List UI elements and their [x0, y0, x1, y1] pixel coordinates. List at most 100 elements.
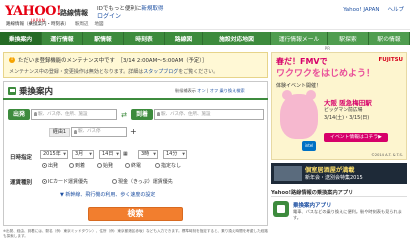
location-pin-icon — [74, 130, 77, 134]
radio-dot — [69, 163, 74, 168]
pr-label: PR — [324, 46, 330, 51]
top-links: Yahoo! JAPAN ヘルプ — [335, 5, 404, 13]
radio-dot — [155, 163, 160, 168]
notice-line2-suffix: をご覧ください。 — [178, 69, 219, 75]
ad-tagline: ワクワクをはじめよう！ — [276, 69, 376, 79]
nav-route-map[interactable]: 路線図 — [165, 32, 203, 45]
fare-label: 運賃種別 — [10, 180, 33, 186]
radio-last[interactable]: 終電 — [125, 162, 141, 169]
fujitsu-logo: FUJITSU — [378, 57, 404, 63]
search-button[interactable]: 検索 — [88, 207, 183, 221]
nav-station-info[interactable]: 駅の情報 — [369, 32, 410, 45]
via-label: 経由1 — [49, 128, 70, 137]
search-title: 乗換案内 — [8, 85, 53, 97]
notice-text: ただいま登録機能のメンテナンス中です ［3/14 2:00AM〜5:00AM（予… — [18, 58, 208, 64]
radio-cash-label: 現金（きっぷ）運賃優先 — [118, 179, 173, 185]
advanced-options-link[interactable]: ▼ 新幹線、飛行機の利用、歩く速度の設定 — [60, 191, 155, 198]
radio-arrival[interactable]: 到着 — [69, 162, 85, 169]
izakaya-ad-banner[interactable]: 個室居酒屋が満載 新年会・送別会特集2015 — [271, 163, 407, 184]
ad-venue-sub: ビッグマン前広場 — [324, 108, 363, 113]
yahoo-japan-link[interactable]: Yahoo! JAPAN — [343, 7, 379, 13]
nav-mail[interactable]: 運行情報メール — [271, 32, 328, 45]
ad2-headline: 個室居酒屋が満載 — [305, 167, 355, 174]
radio-dot — [112, 179, 117, 184]
via-input[interactable]: 駅、バス停 — [71, 127, 127, 137]
radio-ic-fare[interactable]: ICカード運賃優先 — [42, 178, 88, 185]
day-select[interactable]: 14日 — [99, 150, 121, 159]
month-select[interactable]: 3月 — [72, 150, 94, 159]
nav-facility-map[interactable]: 施設対応地図 — [203, 32, 271, 45]
service-title[interactable]: 路線情報 — [60, 8, 88, 18]
mascot-image — [280, 90, 318, 139]
to-input[interactable]: 駅、バス停、住所、施設 — [154, 109, 264, 120]
fmv-ad-banner[interactable]: 春だ！FMVで ワクワクをはじめよう！ FUJITSU 体験イベント開催！ 大阪… — [271, 52, 407, 160]
radio-ic-label: ICカード運賃優先 — [48, 179, 88, 185]
candidate-on[interactable]: オン — [197, 88, 205, 93]
nav-timetable[interactable]: 時刻表 — [124, 32, 165, 45]
add-via-icon[interactable]: + — [130, 127, 137, 136]
radio-departure-label: 出発 — [48, 163, 59, 169]
notice-line1: ! ただいま登録機能のメンテナンス中です ［3/14 2:00AM〜5:00AM… — [9, 56, 262, 64]
section-divider — [3, 98, 268, 100]
ad-photo — [274, 166, 302, 181]
nav-search-station[interactable]: 駅探索 — [328, 32, 369, 45]
radio-first[interactable]: 始発 — [97, 162, 113, 169]
radio-dot — [42, 179, 47, 184]
transfer-help-link[interactable]: 乗り換え検索 — [220, 88, 245, 93]
radio-last-label: 終電 — [131, 163, 142, 169]
help-link[interactable]: ヘルプ — [387, 7, 404, 13]
year-select[interactable]: 2015年 — [40, 150, 68, 159]
from-label: 出発 — [8, 109, 30, 120]
signup-link[interactable]: 新規取得 — [141, 6, 163, 12]
from-input[interactable]: 駅、バス停、住所、施設 — [31, 109, 117, 120]
radio-departure[interactable]: 出発 — [42, 162, 58, 169]
sub-tab-route[interactable]: 路線情報（乗換案内・時刻表） — [4, 20, 71, 28]
location-pin-icon — [34, 112, 37, 116]
app-section-title: Yahoo!路線情報の乗換案内アプリ — [271, 190, 354, 196]
radio-arrival-label: 到着 — [75, 163, 86, 169]
main-nav: 乗換案内 運行情報 駅情報 時刻表 路線図 施設対応地図 運行情報メール 駅探索… — [0, 32, 410, 45]
app-icon[interactable] — [273, 201, 289, 217]
app-name-link[interactable]: 乗換案内アプリ — [293, 201, 332, 209]
notice-line2: メンテナンス中の登録・変更操作は無効となります。詳細はスタップブログをご覧くださ… — [9, 68, 262, 75]
search-title-text: 乗換案内 — [19, 87, 54, 97]
app-promo: 乗換案内アプリ 電車、バスなどの乗り換えに便利。駅や時刻表も見られます。 — [271, 196, 407, 236]
logo-text: YAHOO! — [5, 4, 62, 19]
ad-date: 3/14(土)・3/15(日) — [324, 115, 370, 121]
nav-operation[interactable]: 運行情報 — [42, 32, 83, 45]
sub-tab-nearby[interactable]: 駅周辺 — [73, 20, 91, 28]
sub-tabs: 路線情報（乗換案内・時刻表） 駅周辺 地図 — [4, 20, 106, 28]
event-info-button[interactable]: イベント情報はコチラ▶ — [324, 133, 388, 142]
swap-icon[interactable]: ⇄ — [119, 110, 129, 121]
calendar-icon[interactable]: ▦ — [123, 151, 128, 157]
radio-none-label: 指定なし — [161, 163, 182, 169]
radio-cash-fare[interactable]: 現金（きっぷ）運賃優先 — [112, 178, 173, 185]
ad-event-label: 体験イベント開催！ — [276, 83, 322, 89]
location-pin-icon — [157, 112, 160, 116]
minute-select[interactable]: 14分 — [163, 150, 187, 159]
maintenance-notice: ! ただいま登録機能のメンテナンス中です ［3/14 2:00AM〜5:00AM… — [3, 52, 268, 78]
radio-none[interactable]: 指定なし — [155, 162, 181, 169]
to-placeholder: 駅、バス停、住所、施設 — [161, 112, 211, 117]
header: YAHOO! JAPAN 路線情報 IDでもっと便利に新規取得 ログイン Yah… — [0, 0, 410, 30]
from-placeholder: 駅、バス停、住所、施設 — [38, 112, 88, 117]
candidate-label: 駅候補表示 — [175, 88, 196, 93]
train-icon — [8, 87, 16, 95]
datetime-label: 日時指定 — [10, 155, 33, 161]
radio-first-label: 始発 — [103, 163, 114, 169]
notice-line2-text: メンテナンス中の登録・変更操作は無効となります。詳細は — [9, 69, 144, 75]
sub-tab-map[interactable]: 地図 — [93, 20, 106, 28]
candidate-off[interactable]: オフ — [210, 88, 218, 93]
staff-blog-link[interactable]: スタップブログ — [143, 69, 178, 75]
login-link[interactable]: ログイン — [97, 11, 121, 20]
radio-dot — [97, 163, 102, 168]
intel-logo: intel — [302, 141, 316, 151]
nav-station[interactable]: 駅情報 — [83, 32, 124, 45]
hour-select[interactable]: 3時 — [138, 150, 158, 159]
ad-copyright: ©2014 A.T. & T.S. — [371, 153, 403, 157]
ad2-subline: 新年会・送別会特集2015 — [305, 175, 363, 181]
nav-transfer[interactable]: 乗換案内 — [0, 32, 42, 45]
to-label: 到着 — [131, 109, 153, 120]
footnote: ※出発、経由、到着には、駅名（例：東京ミッドタウン）、住所（例：東京都港区赤坂）… — [3, 229, 268, 238]
via-placeholder: 駅、バス停 — [78, 129, 101, 134]
